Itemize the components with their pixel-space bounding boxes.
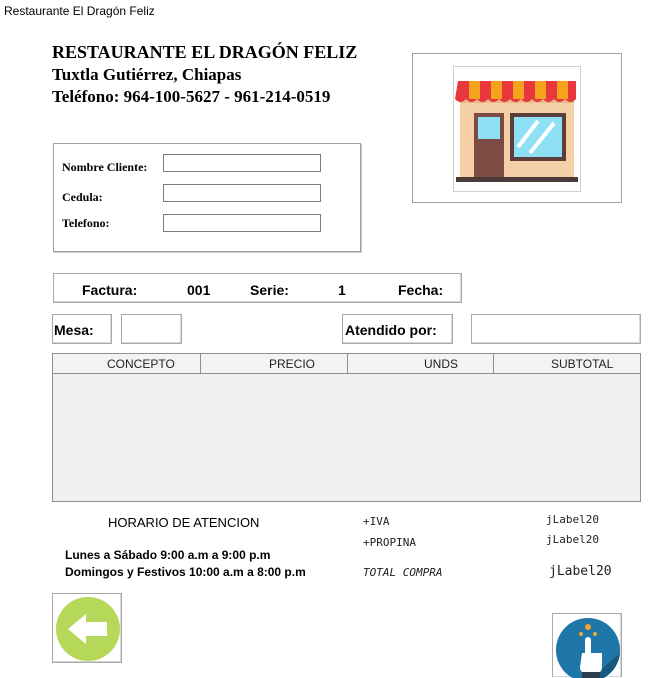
store-front-icon (453, 66, 581, 192)
iva-label: +IVA (363, 515, 390, 528)
atendido-label: Atendido por: (345, 322, 437, 338)
factura-value: 001 (187, 282, 211, 298)
serie-value: 1 (338, 282, 346, 298)
col-subtotal[interactable]: SUBTOTAL (494, 354, 640, 374)
touch-button[interactable] (552, 613, 622, 678)
schedule-title: HORARIO DE ATENCION (108, 515, 260, 530)
mesa-label-box: Mesa: (52, 314, 112, 344)
factura-label: Factura: (82, 282, 138, 298)
telefono-label: Telefono: (62, 216, 110, 230)
back-button[interactable] (52, 593, 122, 663)
client-form-panel: Nombre Cliente: Cedula: Telefono: (53, 143, 361, 252)
propina-value: jLabel20 (546, 533, 599, 546)
col-precio[interactable]: PRECIO (201, 354, 348, 374)
touch-hand-icon (556, 618, 620, 678)
window-title: Restaurante El Dragón Feliz (0, 0, 670, 22)
nombre-cliente-label: Nombre Cliente: (62, 160, 148, 174)
mesa-field[interactable] (121, 314, 182, 344)
col-concepto[interactable]: CONCEPTO (53, 354, 201, 374)
restaurant-name: RESTAURANTE EL DRAGÓN FELIZ (52, 42, 358, 62)
serie-label: Serie: (250, 282, 289, 298)
nombre-cliente-field[interactable] (163, 154, 321, 172)
atendido-label-box: Atendido por: (342, 314, 453, 344)
telefono-field[interactable] (163, 214, 321, 232)
fecha-label: Fecha: (398, 282, 444, 298)
cedula-label: Cedula: (62, 190, 103, 204)
total-label: TOTAL COMPRA (363, 566, 443, 579)
iva-value: jLabel20 (546, 513, 599, 526)
mesa-label: Mesa: (54, 322, 94, 338)
schedule-weekends: Domingos y Festivos 10:00 a.m a 8:00 p.m (65, 565, 306, 579)
cedula-field[interactable] (163, 184, 321, 202)
restaurant-city: Tuxtla Gutiérrez, Chiapas (52, 65, 242, 84)
store-image-frame (412, 53, 622, 203)
propina-label: +PROPINA (363, 536, 416, 549)
items-table[interactable]: CONCEPTO PRECIO UNDS SUBTOTAL (52, 353, 641, 502)
invoice-info-bar: Factura: 001 Serie: 1 Fecha: (53, 273, 462, 303)
back-arrow-icon (56, 597, 120, 661)
atendido-field[interactable] (471, 314, 641, 344)
restaurant-phone: Teléfono: 964-100-5627 - 961-214-0519 (52, 87, 331, 106)
col-unds[interactable]: UNDS (348, 354, 494, 374)
schedule-weekdays: Lunes a Sábado 9:00 a.m a 9:00 p.m (65, 548, 271, 562)
total-value: jLabel20 (549, 564, 612, 579)
